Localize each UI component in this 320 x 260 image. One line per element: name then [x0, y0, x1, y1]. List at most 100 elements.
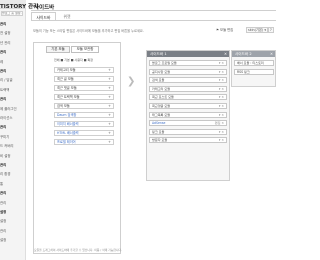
sidebar-item[interactable]: 트랙백: [0, 88, 26, 92]
tab-module-storage[interactable]: 모듈 보관함: [71, 46, 99, 53]
add-icon[interactable]: +: [108, 77, 111, 81]
module-controls[interactable]: ▾ ✕: [219, 61, 224, 65]
module-controls[interactable]: ▾ ✕: [219, 87, 224, 91]
placed-module[interactable]: 블로그 프로필 모듈 ▾ ✕: [149, 60, 227, 66]
sidebar-item[interactable]: 설정: [0, 219, 26, 223]
module-controls[interactable]: ▾ ✕: [219, 104, 224, 108]
module-label: 프로필 레이어: [57, 140, 76, 144]
module-label: 검색 모듈: [57, 104, 70, 108]
column-header: 사이드바 1 ✕: [147, 51, 229, 57]
sidebar-item[interactable]: 비 설정: [0, 154, 26, 158]
sidebar-item[interactable]: 관리: [0, 69, 26, 73]
column-title: 사이드바 1: [150, 52, 167, 56]
blog-select[interactable]: 블로그 홈 설정 선택: [1, 11, 23, 16]
placed-module-label: RSS 링크: [237, 69, 250, 74]
module-controls[interactable]: ▾ ✕: [219, 95, 224, 99]
page-description: 모듈의 기능 또는 스타일 편집은 사이드바에 모듈을 추가하고 편집 버튼을 …: [33, 29, 144, 33]
placed-module[interactable]: 카테고리 모듈 ▾ ✕: [149, 85, 227, 92]
module-filters[interactable]: 전체 ■ 기본 ■ 사용자 ■ 확장: [54, 58, 93, 62]
placed-module-label: 배너 모듈 : 티스토리: [237, 61, 264, 65]
sidebar-item[interactable]: 년 관리: [0, 41, 26, 45]
placed-module[interactable]: 최근 포스트 모듈 ▾ ✕: [149, 94, 227, 101]
tab-default-modules[interactable]: 기본 모듈: [46, 46, 70, 53]
admin-sidebar: TISTORY 관리 블로그 홈 설정 선택 관리전 설정년 관리관리레관리리 …: [0, 0, 38, 260]
sidebar-item[interactable]: 관리: [0, 229, 26, 233]
placed-module[interactable]: 태그목록 모듈 ▾ ✕: [149, 111, 227, 118]
module-item[interactable]: 카테고리 모듈 +: [54, 67, 114, 73]
placed-module[interactable]: 최근댓글 모듈 ▾ ✕: [149, 103, 227, 109]
sidebar-item[interactable]: 관리: [0, 163, 26, 167]
placed-module[interactable]: AdSense 편집 ✕: [149, 120, 227, 127]
chevron-right-icon: ❯: [127, 76, 136, 87]
sidebar-item[interactable]: 설정: [0, 238, 26, 242]
sidebar-item[interactable]: 설정: [0, 210, 26, 214]
sidebar-header: TISTORY 관리: [0, 0, 38, 10]
add-icon[interactable]: +: [108, 131, 111, 135]
close-icon[interactable]: ✕: [224, 51, 227, 57]
module-item[interactable]: 최근 트랙백 모듈 +: [54, 94, 114, 100]
module-edit-link[interactable]: ⚑ 모듈 편집: [216, 27, 233, 32]
sidebar-item[interactable]: 리 환경: [0, 172, 26, 176]
sidebar-item[interactable]: 관리: [0, 22, 26, 26]
sidebar-item[interactable]: 레: [0, 60, 26, 64]
placed-module[interactable]: RSS 링크: [234, 68, 274, 75]
close-icon[interactable]: ✕: [270, 51, 273, 57]
module-item[interactable]: 검색 모듈 +: [54, 103, 114, 109]
placed-module-label: 공지사항 모듈: [152, 69, 171, 74]
module-label: 최근 댓글 모듈: [57, 86, 77, 90]
placed-module-label: 카테고리 모듈: [152, 86, 171, 91]
skin-select[interactable]: skin(기본) ▾: [246, 27, 268, 33]
sidebar-item[interactable]: 관리: [0, 191, 26, 195]
module-controls[interactable]: ▾ ✕: [219, 138, 224, 142]
placed-module[interactable]: 배너 모듈 : 티스토리: [234, 60, 274, 66]
module-item[interactable]: 최근 글 모듈 +: [54, 76, 114, 82]
add-icon[interactable]: +: [108, 104, 111, 108]
module-controls[interactable]: ▾ ✕: [219, 130, 224, 134]
placed-module[interactable]: 검색 모듈 ▾ ✕: [149, 77, 227, 84]
module-item[interactable]: Daum 검색창 +: [54, 112, 114, 118]
placed-module-label: 태그목록 모듈: [152, 112, 171, 117]
sidebar-item[interactable]: 리 / 답글: [0, 78, 26, 82]
module-controls[interactable]: ▾ ✕: [219, 78, 224, 82]
help-button[interactable]: ?: [268, 27, 274, 33]
placed-module[interactable]: 링크 모듈 ▾ ✕: [149, 128, 227, 135]
placed-module[interactable]: 방문자 모듈 ▾ ✕: [149, 137, 227, 144]
module-controls[interactable]: ▾ ✕: [219, 70, 224, 74]
module-label: 카테고리 모듈: [57, 68, 76, 72]
sidebar-item[interactable]: 라이선스: [0, 116, 26, 120]
placed-module[interactable]: 공지사항 모듈 ▾ ✕: [149, 68, 227, 75]
module-label: 이미지 배너출력: [57, 122, 79, 126]
tabs-divider: [31, 20, 276, 21]
add-icon[interactable]: +: [108, 86, 111, 90]
module-item[interactable]: HTML 배너출력 +: [54, 130, 114, 136]
column-title: 사이드바 2: [235, 52, 252, 56]
placed-module-label: 최근 포스트 모듈: [152, 95, 174, 100]
module-controls[interactable]: 편집 ✕: [215, 121, 224, 125]
module-label: Daum 검색창: [57, 113, 77, 117]
module-label: HTML 배너출력: [57, 131, 79, 135]
placed-module-label: 링크 모듈: [152, 129, 165, 134]
sidebar-item[interactable]: 관리: [0, 50, 26, 54]
add-icon[interactable]: +: [108, 95, 111, 99]
sidebar-item[interactable]: 관리: [0, 201, 26, 205]
sidebar-column-1[interactable]: 사이드바 1 ✕ 블로그 프로필 모듈 ▾ ✕ 공지사항 모듈 ▾ ✕ 검색 모듈 ▾ ✕…: [146, 50, 230, 181]
placed-module-label: AdSense: [152, 121, 166, 126]
sidebar-item[interactable]: 통: [0, 182, 26, 186]
placed-module-label: 방문자 모듈: [152, 138, 168, 143]
sidebar-item[interactable]: 꾸미기: [0, 135, 26, 139]
sidebar-column-2[interactable]: 사이드바 2 ✕ 배너 모듈 : 티스토리 RSS 링크: [231, 50, 276, 87]
sidebar-item[interactable]: 드 커버리: [0, 144, 26, 148]
module-item[interactable]: 프로필 레이어 +: [54, 139, 114, 145]
module-item[interactable]: 이미지 배너출력 +: [54, 121, 114, 127]
module-item[interactable]: 최근 댓글 모듈 +: [54, 85, 114, 91]
sidebar-item[interactable]: 전 설정: [0, 31, 26, 35]
add-icon[interactable]: +: [108, 113, 111, 117]
sidebar-item[interactable]: 에 플러그인: [0, 107, 26, 111]
add-icon[interactable]: +: [108, 68, 111, 72]
sidebar-item[interactable]: 관리: [0, 125, 26, 129]
column-header: 사이드바 2 ✕: [232, 51, 275, 57]
add-icon[interactable]: +: [108, 140, 111, 144]
sidebar-item[interactable]: 관리: [0, 97, 26, 101]
add-icon[interactable]: +: [108, 122, 111, 126]
module-controls[interactable]: ▾ ✕: [219, 113, 224, 117]
